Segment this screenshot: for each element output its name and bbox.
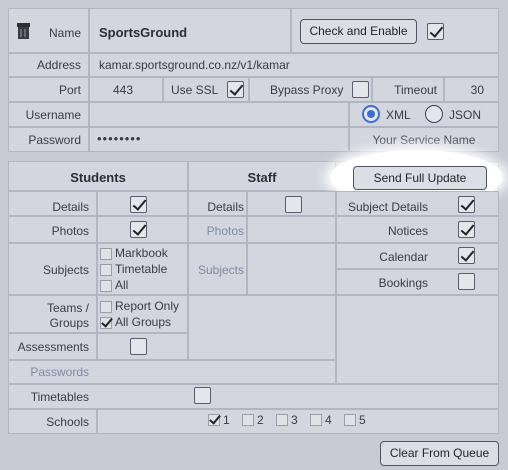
students-header: Students — [70, 170, 126, 185]
school-3-label: 3 — [291, 413, 298, 427]
assessments-label: Assessments — [17, 340, 89, 354]
school-2-checkbox[interactable] — [242, 414, 254, 426]
school-3-checkbox[interactable] — [276, 414, 288, 426]
username-field-cell — [89, 102, 349, 127]
students-photos-checkbox[interactable] — [130, 221, 147, 238]
staff-details-label: Details — [207, 200, 244, 214]
calendar-label: Calendar — [379, 250, 428, 264]
notices-checkbox[interactable] — [458, 221, 475, 238]
teams-groups-label-line2: Groups — [49, 316, 89, 330]
subject-details-label: Subject Details — [347, 200, 428, 214]
format-json-label: JSON — [449, 108, 482, 122]
send-full-update-button[interactable]: Send Full Update — [353, 166, 487, 190]
subjects-all-label: All — [115, 278, 129, 292]
subjects-markbook-label: Markbook — [115, 246, 168, 260]
timeout-label: Timeout — [394, 83, 437, 97]
password-field[interactable]: •••••••• — [97, 131, 141, 146]
subjects-timetable-checkbox[interactable] — [100, 264, 112, 276]
username-label: Username — [25, 108, 81, 122]
school-5-checkbox[interactable] — [344, 414, 356, 426]
staff-details-checkbox[interactable] — [285, 196, 302, 213]
subjects-timetable-label: Timetable — [115, 262, 168, 276]
teams-groups-label-line1: Teams / — [46, 301, 89, 315]
address-label: Address — [36, 58, 81, 72]
bypass-proxy-checkbox[interactable] — [352, 81, 369, 98]
students-details-checkbox[interactable] — [130, 196, 147, 213]
bypass-proxy-label: Bypass Proxy — [270, 83, 344, 97]
school-5-label: 5 — [359, 413, 366, 427]
staff-subjects-cb-cell — [247, 243, 336, 295]
name-label: Name — [48, 26, 81, 40]
subjects-markbook-checkbox[interactable] — [100, 248, 112, 260]
password-label: Password — [28, 133, 81, 147]
assessments-checkbox[interactable] — [130, 338, 147, 355]
check-and-enable-button[interactable]: Check and Enable — [300, 19, 417, 44]
service-name-field[interactable]: Your Service Name — [349, 133, 499, 147]
staff-empty-area — [188, 295, 336, 360]
address-field[interactable]: kamar.sportsground.co.nz/v1/kamar — [99, 58, 290, 72]
school-1-checkbox[interactable] — [208, 414, 220, 426]
timetables-checkbox[interactable] — [194, 387, 211, 404]
schools-options-cell — [97, 409, 499, 434]
use-ssl-checkbox[interactable] — [227, 81, 244, 98]
teams-all-groups-checkbox[interactable] — [100, 317, 112, 329]
port-label: Port — [58, 83, 81, 97]
database-icon — [17, 23, 30, 39]
timetables-label: Timetables — [30, 390, 89, 404]
name-field[interactable]: SportsGround — [99, 25, 187, 40]
bookings-label: Bookings — [378, 276, 428, 290]
clear-from-queue-button[interactable]: Clear From Queue — [380, 441, 499, 466]
timeout-field[interactable]: 30 — [444, 83, 484, 97]
other-empty-area — [336, 295, 499, 384]
staff-header: Staff — [247, 170, 277, 185]
school-4-label: 4 — [325, 413, 332, 427]
school-2-label: 2 — [257, 413, 264, 427]
notices-label: Notices — [387, 224, 428, 238]
teams-report-only-checkbox[interactable] — [100, 301, 112, 313]
school-1-label: 1 — [223, 413, 230, 427]
use-ssl-label: Use SSL — [171, 83, 219, 97]
schools-label: Schools — [46, 415, 89, 429]
teams-report-only-label: Report Only — [115, 299, 180, 313]
enable-checkbox[interactable] — [427, 23, 444, 40]
students-details-label: Details — [52, 200, 89, 214]
passwords-label: Passwords — [30, 365, 89, 379]
subject-details-checkbox[interactable] — [458, 196, 475, 213]
format-xml-radio[interactable] — [362, 105, 380, 123]
staff-subjects-label: Subjects — [197, 263, 244, 277]
staff-photos-cb-cell — [247, 216, 336, 243]
students-photos-label: Photos — [51, 224, 89, 238]
bookings-checkbox[interactable] — [458, 273, 475, 290]
port-field[interactable]: 443 — [89, 83, 133, 97]
teams-all-groups-label: All Groups — [115, 315, 172, 329]
subjects-all-checkbox[interactable] — [100, 280, 112, 292]
format-json-radio[interactable] — [425, 105, 443, 123]
students-subjects-label: Subjects — [42, 263, 89, 277]
school-4-checkbox[interactable] — [310, 414, 322, 426]
format-xml-label: XML — [386, 108, 411, 122]
calendar-checkbox[interactable] — [458, 247, 475, 264]
staff-photos-label: Photos — [206, 224, 244, 238]
